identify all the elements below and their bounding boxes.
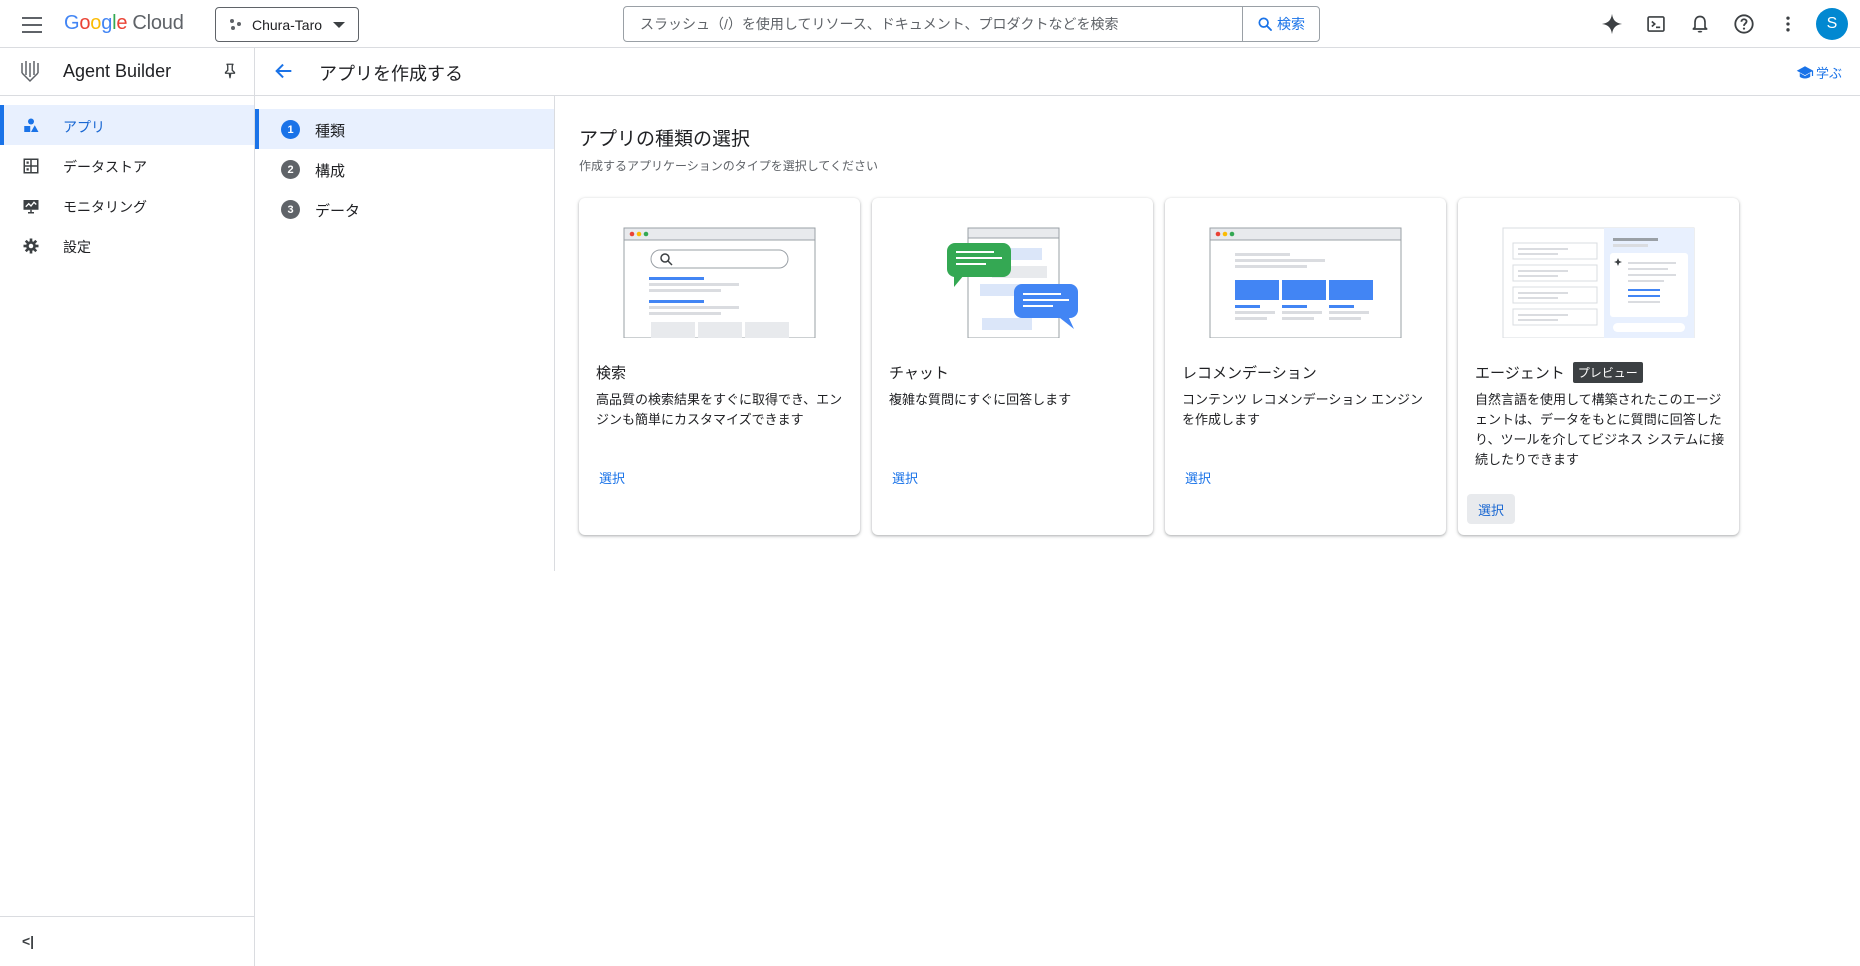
top-bar: GoogleCloud Chura-Taro 検索 S <box>0 0 1860 48</box>
sidebar-item-datastore[interactable]: データストア <box>0 145 254 185</box>
logo-letter: G <box>64 12 80 34</box>
section-subtitle: 作成するアプリケーションのタイプを選択してください <box>579 159 879 173</box>
card-title: チャット <box>889 362 949 383</box>
sidebar-item-label: モニタリング <box>63 199 147 215</box>
section-title: アプリの種類の選択 <box>579 129 751 150</box>
logo-cloud-text: Cloud <box>132 12 184 34</box>
step-number: 1 <box>281 120 300 139</box>
gemini-button[interactable] <box>1590 2 1634 46</box>
product-header: Agent Builder <box>0 48 254 96</box>
top-actions: S <box>1590 0 1860 48</box>
sparkle-icon <box>1601 13 1623 35</box>
card-title-text: エージェント <box>1475 365 1565 382</box>
pin-icon[interactable] <box>221 61 239 81</box>
left-navigation: Agent Builder アプリ データストア モニタリング 設定 <| <box>0 48 255 966</box>
avatar[interactable]: S <box>1816 8 1848 40</box>
card-description: コンテンツ レコメンデーション エンジンを作成します <box>1182 392 1423 427</box>
help-button[interactable] <box>1722 2 1766 46</box>
notifications-button[interactable] <box>1678 2 1722 46</box>
project-name: Chura-Taro <box>252 16 323 33</box>
search-illustration <box>623 227 816 338</box>
back-arrow-icon[interactable] <box>273 60 295 82</box>
project-icon <box>230 18 242 31</box>
more-options-button[interactable] <box>1766 2 1810 46</box>
project-picker[interactable]: Chura-Taro <box>215 7 359 42</box>
school-icon <box>1796 65 1814 78</box>
app-type-card-agent[interactable]: エージェント プレビュー 自然言語を使用して構築されたこのエージェントは、データ… <box>1458 198 1739 535</box>
select-chat-button[interactable]: 選択 <box>881 462 929 492</box>
card-description: 自然言語を使用して構築されたこのエージェントは、データをもとに質問に回答したり、… <box>1475 392 1725 467</box>
card-title: レコメンデーション <box>1182 362 1317 383</box>
step-number: 3 <box>281 200 300 219</box>
card-title-text: レコメンデーション <box>1182 365 1317 382</box>
step-type[interactable]: 1 種類 <box>255 109 554 149</box>
agent-illustration <box>1502 227 1695 338</box>
app-type-card-search[interactable]: 検索 高品質の検索結果をすぐに取得でき、エンジンも簡単にカスタマイズできます 選… <box>579 198 860 535</box>
agent-builder-icon <box>21 61 39 83</box>
card-title-text: チャット <box>889 365 949 382</box>
card-description: 複雑な質問にすぐに回答します <box>889 392 1072 407</box>
preview-badge: プレビュー <box>1572 362 1643 383</box>
sidebar-item-settings[interactable]: 設定 <box>0 225 254 265</box>
search-bar: 検索 <box>623 6 1320 42</box>
search-button[interactable]: 検索 <box>1242 7 1319 41</box>
datastore-icon <box>23 158 39 174</box>
collapse-sidebar-icon[interactable]: <| <box>22 933 34 949</box>
card-title: 検索 <box>596 362 626 383</box>
monitoring-icon <box>23 200 39 214</box>
page-title: アプリを作成する <box>319 64 463 84</box>
terminal-icon <box>1647 16 1665 32</box>
sidebar-item-label: 設定 <box>63 239 91 255</box>
logo-letter: g <box>101 12 113 34</box>
bell-icon <box>1692 15 1708 33</box>
logo-letter: o <box>90 12 102 34</box>
step-label: 種類 <box>315 123 346 140</box>
gear-icon <box>23 238 39 254</box>
more-vert-icon <box>1786 16 1790 32</box>
step-label: 構成 <box>315 163 346 180</box>
search-input[interactable] <box>624 7 1242 41</box>
search-icon <box>1258 17 1272 31</box>
chat-illustration <box>947 227 1078 338</box>
logo-letter: e <box>116 12 128 34</box>
sidebar-item-label: アプリ <box>63 119 105 135</box>
card-title-text: 検索 <box>596 365 627 382</box>
step-data[interactable]: 3 データ <box>255 189 554 229</box>
learn-label: 学ぶ <box>1815 66 1842 81</box>
select-agent-button[interactable]: 選択 <box>1467 494 1516 524</box>
cloud-shell-button[interactable] <box>1634 2 1678 46</box>
google-cloud-logo[interactable]: Google Cloud <box>64 12 184 35</box>
sidebar-item-label: データストア <box>63 159 147 175</box>
sidebar-item-monitoring[interactable]: モニタリング <box>0 185 254 225</box>
select-recommendation-button[interactable]: 選択 <box>1174 462 1222 492</box>
card-description: 高品質の検索結果をすぐに取得でき、エンジンも簡単にカスタマイズできます <box>596 392 843 427</box>
step-number: 2 <box>281 160 300 179</box>
recommendation-illustration <box>1209 227 1402 338</box>
create-app-stepper: 1 種類 2 構成 3 データ <box>255 96 555 571</box>
help-icon <box>1734 14 1754 34</box>
app-type-card-recommendation[interactable]: レコメンデーション コンテンツ レコメンデーション エンジンを作成します 選択 <box>1165 198 1446 535</box>
sidebar-footer: <| <box>0 916 254 966</box>
search-button-label: 検索 <box>1277 16 1305 32</box>
logo-letter: o <box>79 12 91 34</box>
product-title: Agent Builder <box>63 61 172 81</box>
app-type-card-chat[interactable]: チャット 複雑な質問にすぐに回答します 選択 <box>872 198 1153 535</box>
sidebar-item-apps[interactable]: アプリ <box>0 105 254 145</box>
main-menu-icon[interactable] <box>20 14 44 34</box>
step-configuration[interactable]: 2 構成 <box>255 149 554 189</box>
chevron-down-icon <box>333 22 345 28</box>
page-header: アプリを作成する 学ぶ <box>255 48 1860 96</box>
card-title: エージェント プレビュー <box>1475 362 1643 383</box>
select-search-button[interactable]: 選択 <box>588 462 636 492</box>
apps-icon <box>24 118 39 132</box>
learn-button[interactable]: 学ぶ <box>1796 63 1842 82</box>
step-label: データ <box>315 203 361 220</box>
